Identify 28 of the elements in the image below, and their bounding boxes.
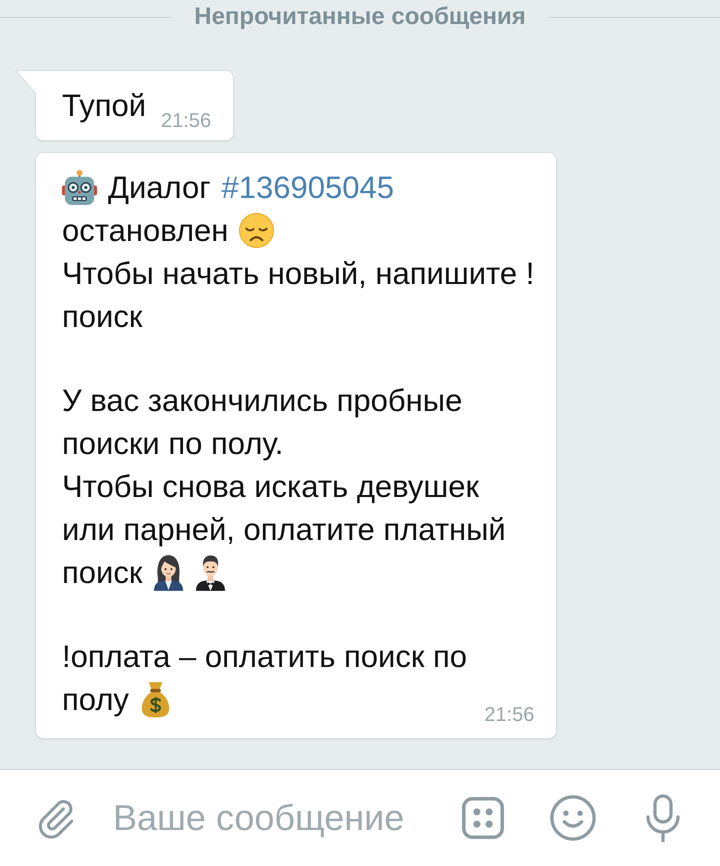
smiley-icon — [550, 795, 596, 841]
message-input[interactable]: Ваше сообщение — [113, 795, 450, 841]
microphone-icon — [646, 794, 680, 842]
message-text: остановлен — [62, 212, 228, 250]
keyboard-button[interactable] — [462, 797, 504, 839]
message-text: !оплата – оплатить поиск по — [62, 638, 468, 676]
message-time: 21:56 — [483, 704, 534, 726]
sad-face-icon — [239, 213, 274, 248]
message-text: или парней, оплатите платный — [62, 511, 506, 549]
robot-face-icon — [62, 170, 97, 205]
message-time: 21:56 — [160, 110, 212, 132]
message-text: У вас закончились пробные — [62, 382, 462, 420]
message-text: Тупой — [62, 87, 146, 125]
message-text: поиски по полу. — [62, 425, 284, 463]
message-text: Чтобы снова искать девушек — [62, 468, 480, 506]
woman-icon — [153, 554, 184, 591]
microphone-button[interactable] — [646, 794, 680, 842]
message-text: Диалог — [108, 169, 211, 207]
money-bag-icon — [140, 681, 171, 718]
unread-divider-label: Непрочитанные сообщения — [194, 3, 526, 31]
hashtag-link[interactable]: #136905045 — [222, 166, 394, 209]
message-text: полу — [62, 681, 129, 719]
emoji-button[interactable] — [550, 795, 596, 841]
message-text: поиск — [62, 554, 142, 592]
four-dots-square-icon — [462, 797, 504, 839]
man-icon — [195, 554, 226, 591]
message-text: поиск — [62, 298, 142, 336]
message-text: Чтобы начать новый, напишите ! — [62, 255, 534, 293]
